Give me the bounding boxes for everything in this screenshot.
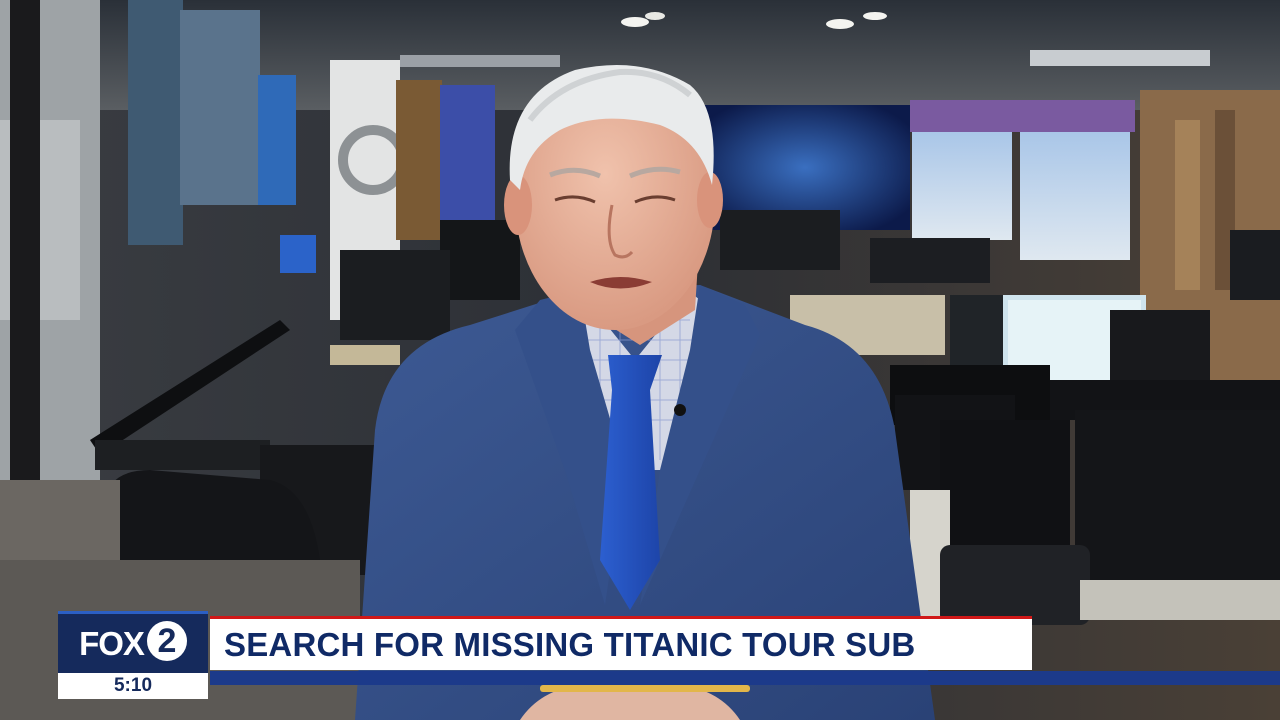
- banner-strip: [210, 671, 1280, 685]
- station-logo: FOX 2: [58, 611, 208, 673]
- news-lower-third: FOX 2 5:10 SEARCH FOR MISSING TITANIC TO…: [58, 611, 1280, 699]
- headline-text: SEARCH FOR MISSING TITANIC TOUR SUB: [224, 626, 916, 663]
- broadcast-time: 5:10: [58, 673, 208, 699]
- logo-number: 2: [146, 620, 187, 661]
- logo-text: FOX: [79, 625, 145, 662]
- headline-banner: SEARCH FOR MISSING TITANIC TOUR SUB: [210, 616, 1032, 670]
- video-frame: FOX 2 5:10 SEARCH FOR MISSING TITANIC TO…: [0, 0, 1280, 720]
